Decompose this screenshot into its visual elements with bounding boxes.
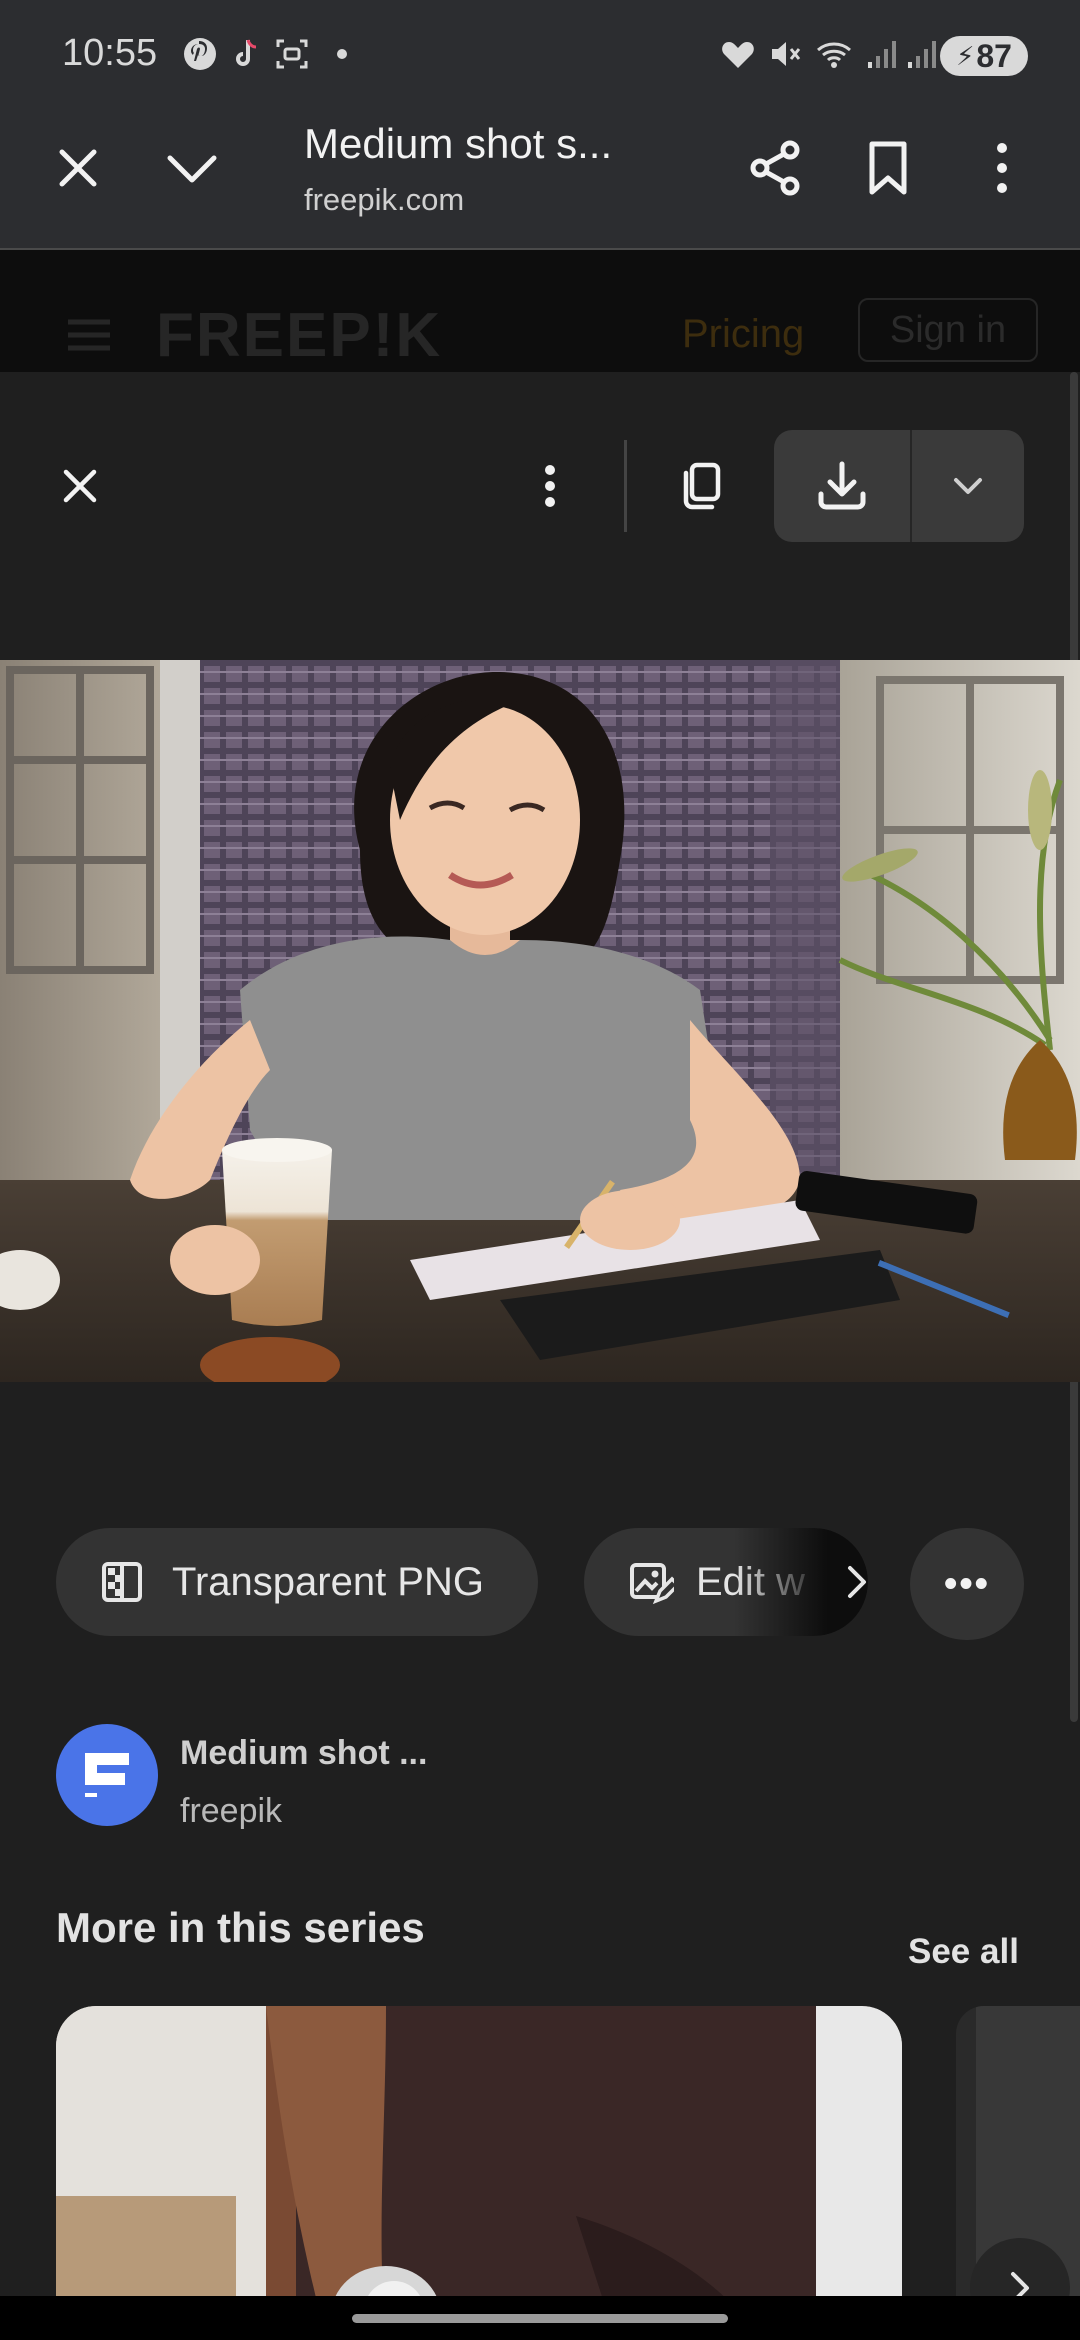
browser-menu-button[interactable] xyxy=(962,128,1042,208)
more-vert-icon xyxy=(997,143,1007,193)
site-signin-button: Sign in xyxy=(858,298,1038,362)
viewer-close-button[interactable] xyxy=(40,446,120,526)
transparent-png-icon xyxy=(102,1562,142,1602)
battery-indicator: ⚡ 87 xyxy=(940,36,1028,76)
download-button[interactable] xyxy=(774,430,910,542)
screenshot-icon xyxy=(276,39,308,69)
wifi-icon xyxy=(817,42,851,68)
tab-url[interactable]: freepik.com xyxy=(304,182,464,218)
copy-icon xyxy=(683,462,721,510)
minimize-tab-button[interactable] xyxy=(152,128,232,208)
photo-barista-tamper xyxy=(56,2006,902,2340)
pinterest-icon xyxy=(184,38,216,70)
hamburger-menu-icon xyxy=(68,319,110,351)
chevron-down-icon xyxy=(954,478,982,494)
dot-icon xyxy=(337,49,347,59)
close-icon xyxy=(59,149,97,187)
more-horiz-icon: ••• xyxy=(944,1562,990,1605)
series-heading: More in this series xyxy=(56,1904,425,1951)
mute-icon xyxy=(772,42,801,66)
transparent-png-label: Transparent PNG xyxy=(172,1559,484,1604)
close-icon xyxy=(63,469,97,503)
chevron-down-icon xyxy=(167,155,217,183)
battery-level: 87 xyxy=(976,37,1012,74)
edit-image-icon xyxy=(630,1563,674,1605)
tiktok-icon xyxy=(236,39,257,66)
signal-icon xyxy=(868,41,896,68)
signal-icon xyxy=(908,41,936,68)
image-source-name[interactable]: freepik xyxy=(180,1792,282,1831)
toolbar-divider xyxy=(624,440,627,532)
bookmark-icon xyxy=(869,141,907,195)
tab-title[interactable]: Medium shot s... xyxy=(304,120,612,168)
site-pricing-link: Pricing xyxy=(682,312,805,356)
photo-woman-writing-cafe xyxy=(0,660,1080,1382)
series-card[interactable] xyxy=(56,2006,902,2340)
image-source-title[interactable]: Medium shot ... xyxy=(180,1734,427,1773)
viewer-more-button[interactable] xyxy=(510,446,590,526)
bookmark-button[interactable] xyxy=(848,128,928,208)
chevron-right-icon xyxy=(848,1566,866,1598)
transparent-png-chip[interactable]: Transparent PNG xyxy=(56,1528,538,1636)
download-icon xyxy=(818,461,866,510)
main-photo[interactable] xyxy=(0,660,1080,1382)
more-vert-icon xyxy=(545,465,555,507)
share-button[interactable] xyxy=(736,128,816,208)
freepik-logo-icon xyxy=(83,1753,129,1797)
close-tab-button[interactable] xyxy=(38,128,118,208)
avatar[interactable] xyxy=(56,1724,158,1826)
site-logo: FREEP!K xyxy=(156,301,443,370)
edit-chip[interactable]: Edit w xyxy=(584,1528,868,1636)
see-all-link[interactable]: See all xyxy=(908,1932,1019,1972)
download-options-button[interactable] xyxy=(912,430,1024,542)
status-time: 10:55 xyxy=(62,32,158,74)
copy-button[interactable] xyxy=(660,446,740,526)
share-icon xyxy=(750,140,800,196)
home-gesture-bar[interactable] xyxy=(352,2314,728,2323)
more-options-button[interactable]: ••• xyxy=(910,1528,1024,1640)
heart-icon xyxy=(722,42,754,68)
